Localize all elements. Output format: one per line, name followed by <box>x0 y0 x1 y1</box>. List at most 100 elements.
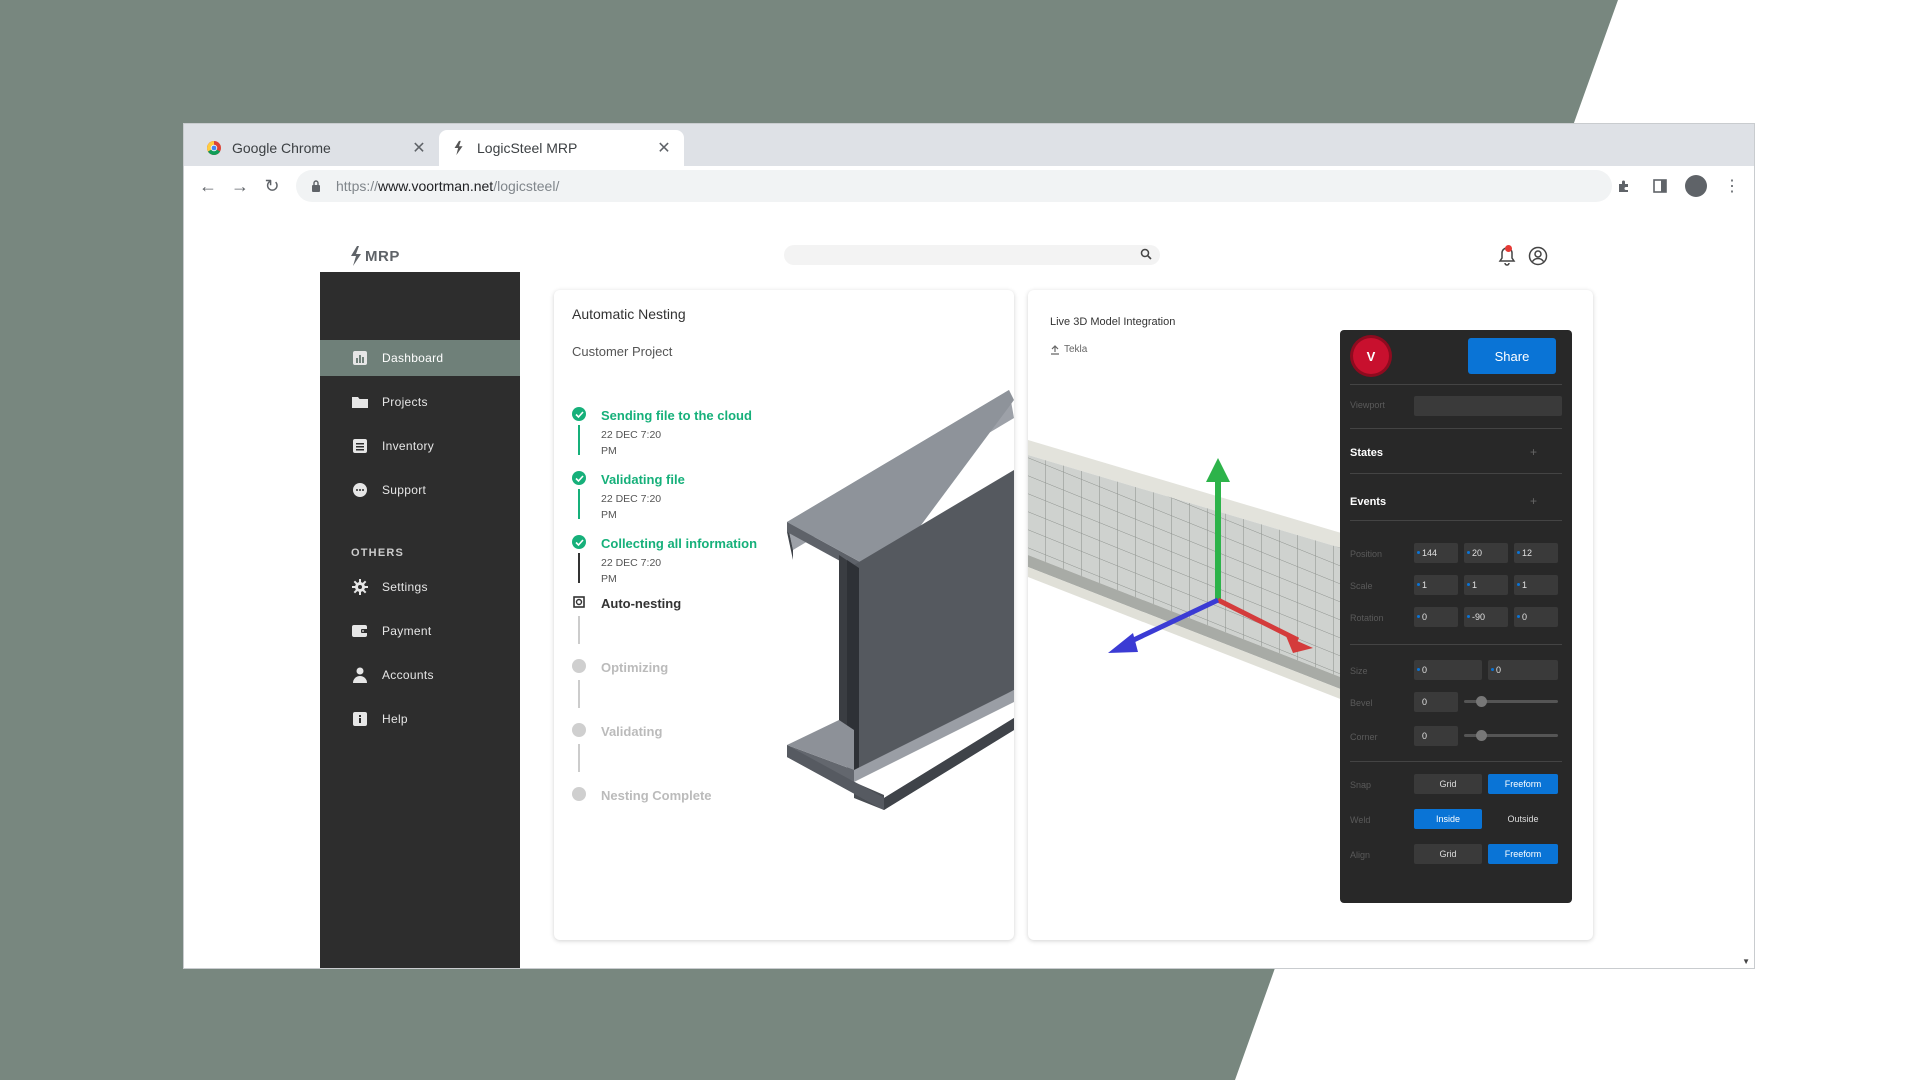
lock-icon <box>308 180 324 192</box>
model-title: Live 3D Model Integration <box>1050 316 1176 328</box>
step-label: Collecting all information <box>601 536 758 551</box>
align-freeform-toggle[interactable]: Freeform <box>1488 844 1558 864</box>
i-beam-illustration <box>787 390 1014 810</box>
corner-slider-handle[interactable] <box>1476 730 1487 741</box>
rotation-x-input[interactable]: 0 <box>1414 607 1458 627</box>
position-x-input[interactable]: 144 <box>1414 543 1458 563</box>
weld-outside-toggle[interactable]: Outside <box>1488 809 1558 829</box>
extensions-icon[interactable] <box>1610 170 1638 202</box>
3d-model-viewport[interactable] <box>1028 440 1348 740</box>
forward-arrow-icon[interactable]: → <box>224 170 256 202</box>
step-label: Sending file to the cloud <box>601 408 752 423</box>
tab-logicsteel[interactable]: LogicSteel MRP ✕ <box>439 130 684 166</box>
upload-icon <box>1051 344 1059 355</box>
add-event-button[interactable]: + <box>1530 494 1537 508</box>
address-bar[interactable]: https://www.voortman.net/logicsteel/ <box>296 170 1612 202</box>
side-panel-icon[interactable] <box>1646 170 1674 202</box>
align-grid-toggle[interactable]: Grid <box>1414 844 1482 864</box>
chat-icon <box>352 482 368 498</box>
scroll-down-arrow-icon[interactable]: ▼ <box>1742 957 1750 966</box>
logicsteel-icon <box>451 140 467 156</box>
sidebar-item-settings[interactable]: Settings <box>320 569 520 605</box>
size-height-input[interactable]: 0 <box>1488 660 1558 680</box>
gear-icon <box>352 579 368 595</box>
add-state-button[interactable]: + <box>1530 445 1537 459</box>
info-icon <box>352 711 368 727</box>
user-avatar[interactable]: V <box>1353 338 1389 374</box>
close-icon[interactable]: ✕ <box>652 138 676 158</box>
rotation-z-input[interactable]: 0 <box>1514 607 1558 627</box>
close-icon[interactable]: ✕ <box>407 138 431 158</box>
nesting-card: Automatic Nesting Customer Project Sendi… <box>554 290 1014 940</box>
reload-icon[interactable]: ↻ <box>256 170 288 202</box>
scale-y-input[interactable]: 1 <box>1464 575 1508 595</box>
tekla-label: Tekla <box>1064 344 1088 355</box>
bevel-input[interactable]: 0 <box>1414 692 1458 712</box>
sidebar: Dashboard Projects Inventory Support OTH… <box>320 272 520 968</box>
tab-label: Google Chrome <box>232 140 331 156</box>
position-z-input[interactable]: 12 <box>1514 543 1558 563</box>
nesting-subtitle: Customer Project <box>572 344 673 359</box>
check-icon <box>572 407 586 421</box>
step-time: 22 DEC 7:20 PM <box>601 429 662 457</box>
scale-x-input[interactable]: 1 <box>1414 575 1458 595</box>
app-header: MRP <box>184 240 1754 270</box>
corner-input[interactable]: 0 <box>1414 726 1458 746</box>
app-logo[interactable]: MRP <box>349 246 400 266</box>
app-page: MRP Dashboard Projects Inventory Support… <box>184 240 1754 968</box>
sidebar-item-payment[interactable]: Payment <box>320 613 520 649</box>
timeline-connector <box>578 553 580 583</box>
sidebar-item-inventory[interactable]: Inventory <box>320 428 520 464</box>
folder-icon <box>352 394 368 410</box>
bevel-label: Bevel <box>1350 698 1373 708</box>
corner-label: Corner <box>1350 732 1378 742</box>
weld-label: Weld <box>1350 815 1371 825</box>
sidebar-item-help[interactable]: Help <box>320 701 520 737</box>
size-width-input[interactable]: 0 <box>1414 660 1482 680</box>
user-account-icon[interactable] <box>1528 246 1548 271</box>
tab-strip: Google Chrome ✕ LogicSteel MRP ✕ <box>184 124 1754 166</box>
step-label: Nesting Complete <box>601 788 712 803</box>
sidebar-item-label: Support <box>382 483 427 497</box>
scale-label: Scale <box>1350 581 1373 591</box>
size-label: Size <box>1350 666 1368 676</box>
tab-google-chrome[interactable]: Google Chrome ✕ <box>194 130 439 166</box>
rotation-y-input[interactable]: -90 <box>1464 607 1508 627</box>
pending-dot <box>572 787 586 801</box>
more-menu-icon[interactable]: ⋮ <box>1718 170 1746 202</box>
viewport-input[interactable] <box>1414 396 1562 416</box>
profile-avatar[interactable] <box>1682 170 1710 202</box>
check-icon <box>572 535 586 549</box>
sidebar-item-label: Payment <box>382 624 432 638</box>
sidebar-item-support[interactable]: Support <box>320 472 520 508</box>
share-button[interactable]: Share <box>1468 338 1556 374</box>
position-label: Position <box>1350 549 1383 559</box>
search-icon[interactable] <box>1140 247 1152 265</box>
position-y-input[interactable]: 20 <box>1464 543 1508 563</box>
timeline-connector <box>578 744 580 772</box>
viewport-label: Viewport <box>1350 400 1385 410</box>
snap-freeform-toggle[interactable]: Freeform <box>1488 774 1558 794</box>
bevel-slider-handle[interactable] <box>1476 696 1487 707</box>
states-heading: States <box>1350 447 1384 459</box>
pending-dot <box>572 723 586 737</box>
timeline-connector <box>578 425 580 455</box>
sidebar-item-label: Help <box>382 712 408 726</box>
scale-z-input[interactable]: 1 <box>1514 575 1558 595</box>
step-time: 22 DEC 7:20 PM <box>601 557 662 585</box>
sidebar-item-accounts[interactable]: Accounts <box>320 657 520 693</box>
align-label: Align <box>1350 850 1371 860</box>
snap-grid-toggle[interactable]: Grid <box>1414 774 1482 794</box>
tekla-link[interactable]: Tekla <box>1050 344 1087 355</box>
sidebar-item-label: Projects <box>382 395 428 409</box>
url-text: https://www.voortman.net/logicsteel/ <box>336 178 560 194</box>
timeline-connector <box>578 616 580 644</box>
weld-inside-toggle[interactable]: Inside <box>1414 809 1482 829</box>
person-icon <box>352 667 368 683</box>
pending-dot <box>572 659 586 673</box>
sidebar-item-projects[interactable]: Projects <box>320 384 520 420</box>
search-input[interactable] <box>784 245 1160 265</box>
back-arrow-icon[interactable]: ← <box>192 170 224 202</box>
check-icon <box>572 471 586 485</box>
sidebar-item-dashboard[interactable]: Dashboard <box>320 340 520 376</box>
